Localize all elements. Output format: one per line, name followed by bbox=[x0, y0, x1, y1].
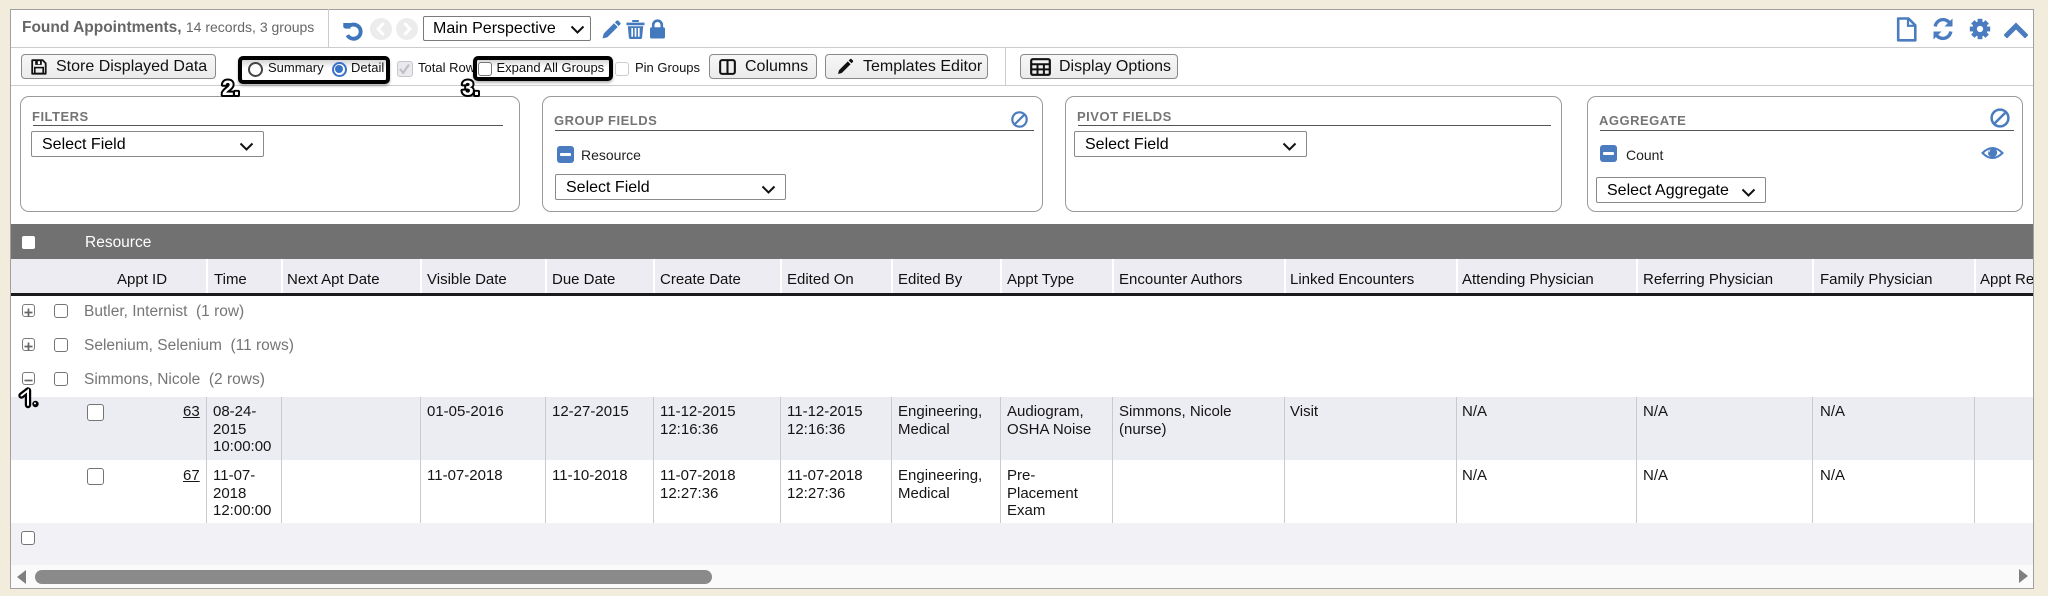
svg-text:2.: 2. bbox=[222, 77, 240, 100]
svg-text:3.: 3. bbox=[462, 77, 480, 100]
